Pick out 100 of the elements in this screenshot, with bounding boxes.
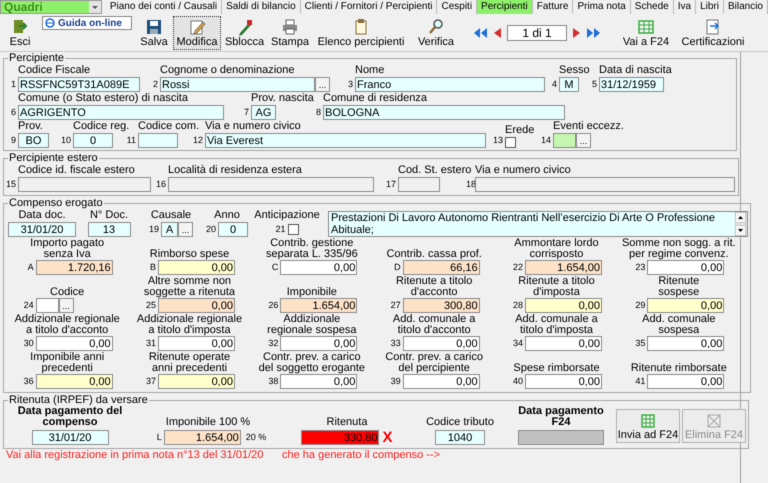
field-label: Addizionale regionale sospesa (267, 314, 356, 336)
text-field[interactable]: 13 (88, 222, 130, 237)
field-label: Comune di residenza (323, 92, 428, 105)
toolbar-button[interactable]: Salva (137, 16, 171, 50)
text-field[interactable]: 0,00 (280, 336, 358, 351)
checkbox[interactable] (505, 137, 516, 148)
field-label: N° Doc. (90, 209, 128, 222)
text-field[interactable]: 1040 (435, 430, 485, 445)
text-field[interactable]: AGRIGENTO (18, 105, 224, 120)
lookup-button[interactable]: ... (58, 298, 74, 313)
field-number: C (270, 261, 280, 274)
text-field[interactable]: 0 (218, 222, 248, 237)
text-field[interactable] (475, 177, 735, 192)
last-button[interactable] (585, 26, 601, 40)
text-field[interactable]: 300,80 (402, 298, 480, 313)
text-field[interactable]: 0,00 (647, 298, 724, 313)
menu-tab[interactable]: Percipienti (477, 0, 533, 14)
text-field[interactable]: BO (18, 133, 49, 148)
f24-button[interactable]: Invia ad F24 (616, 408, 680, 442)
field-number: 9 (10, 134, 17, 147)
field-label: Ritenute operate anni precedenti (148, 352, 230, 374)
checkbox[interactable] (288, 224, 298, 235)
text-field[interactable]: 0,00 (36, 374, 113, 389)
guide-link[interactable]: Guida on-line (42, 16, 132, 30)
field-number: 28 (512, 299, 524, 312)
text-field[interactable]: 0,00 (158, 336, 235, 351)
text-field[interactable]: A (161, 222, 178, 237)
section-title: Percipiente estero (8, 152, 99, 164)
field-label: Prov. nascita (251, 92, 314, 105)
text-field[interactable]: 31/01/20 (8, 222, 76, 237)
text-field[interactable]: 0,00 (524, 336, 602, 351)
text-field[interactable]: Via Everest (205, 133, 486, 148)
field-label: Eventi eccezz. (553, 120, 624, 133)
text-field[interactable]: 0,00 (158, 298, 235, 313)
text-field[interactable] (18, 177, 151, 192)
lookup-button[interactable]: ... (576, 133, 591, 148)
text-field[interactable]: 0 (73, 133, 113, 148)
text-field[interactable]: 0,00 (402, 374, 480, 389)
toolbar-button[interactable]: Sblocca (223, 16, 266, 50)
text-field[interactable]: 1.654,00 (524, 260, 602, 275)
toolbar-button[interactable]: Verifica (410, 16, 462, 50)
field-number: B (148, 261, 157, 274)
text-field[interactable] (36, 298, 59, 313)
text-field[interactable]: RSSFNC59T31A089E (18, 77, 140, 92)
percentage-label: 20 % (246, 430, 266, 444)
field-number: 38 (267, 375, 280, 388)
field-number: 31 (144, 337, 157, 350)
text-field[interactable]: 330,80 (301, 430, 380, 445)
field-label: Codice reg. (73, 120, 130, 133)
toolbar-button[interactable]: Stampa (268, 16, 312, 50)
warning-mark: X (382, 430, 392, 445)
field-label: Importo pagato senza Iva (30, 238, 104, 260)
field-label: Via e numero civico (475, 164, 572, 177)
text-field[interactable] (553, 133, 576, 148)
toolbar-button[interactable]: Vai a F24 (617, 16, 675, 50)
text-field[interactable] (518, 430, 604, 445)
text-field[interactable]: Franco (355, 77, 545, 92)
field-number: 34 (512, 337, 524, 350)
text-field[interactable]: 31/12/1959 (599, 77, 664, 92)
globe-icon (45, 18, 55, 28)
page-indicator: 1 di 1 (507, 24, 567, 40)
text-field[interactable]: AG (251, 105, 276, 120)
text-field[interactable] (398, 177, 440, 192)
text-field[interactable]: 0,00 (36, 336, 113, 351)
first-button[interactable] (473, 26, 489, 40)
text-field[interactable]: 31/01/20 (32, 430, 108, 445)
text-field[interactable]: 1.654,00 (164, 430, 241, 445)
field-label: Sesso (559, 64, 590, 77)
text-field[interactable]: 0,00 (280, 374, 358, 389)
description-field[interactable]: Prestazioni Di Lavoro Autonomo Rientranti Nell’esercizio Di Arte O Professione Abituale; (328, 211, 748, 237)
toolbar-button[interactable]: Elenco percipienti (314, 16, 408, 50)
toolbar-button[interactable]: Certificazioni (679, 16, 747, 50)
text-field[interactable]: M (559, 77, 579, 92)
text-field[interactable]: 0,00 (524, 374, 602, 389)
text-field[interactable]: 0,00 (402, 336, 480, 351)
toolbar-button[interactable]: Modifica (173, 16, 221, 50)
text-field[interactable]: BOLOGNA (323, 105, 565, 120)
text-field[interactable]: 66,16 (402, 260, 480, 275)
field-label: Addizionale regionale a titolo d'imposta (136, 314, 242, 336)
field-label: Codice Fiscale (18, 64, 92, 77)
text-field[interactable] (138, 133, 178, 148)
text-field[interactable]: 0,00 (647, 336, 724, 351)
text-field[interactable]: 0,00 (158, 260, 235, 275)
toolbar-button[interactable]: Esci (4, 16, 36, 50)
text-field[interactable]: 0,00 (647, 374, 724, 389)
text-field[interactable]: 0,00 (280, 260, 358, 275)
text-field[interactable] (168, 177, 374, 192)
text-field[interactable]: 0,00 (158, 374, 235, 389)
field-number: L (156, 431, 163, 444)
field-label: Contr. prev. a carico del percipiente (385, 352, 483, 374)
lookup-button[interactable]: ... (178, 222, 193, 237)
text-field[interactable]: 1.720,16 (36, 260, 113, 275)
field-label: Rimborso spese (150, 247, 230, 260)
text-field[interactable]: 1.654,00 (280, 298, 358, 313)
text-field[interactable]: Rossi (160, 77, 315, 92)
text-field[interactable]: 0,00 (647, 260, 724, 275)
lookup-button[interactable]: ... (315, 77, 330, 92)
field-number: 13 (493, 134, 504, 147)
text-field[interactable]: 0,00 (524, 298, 602, 313)
field-number: 2 (152, 78, 159, 91)
